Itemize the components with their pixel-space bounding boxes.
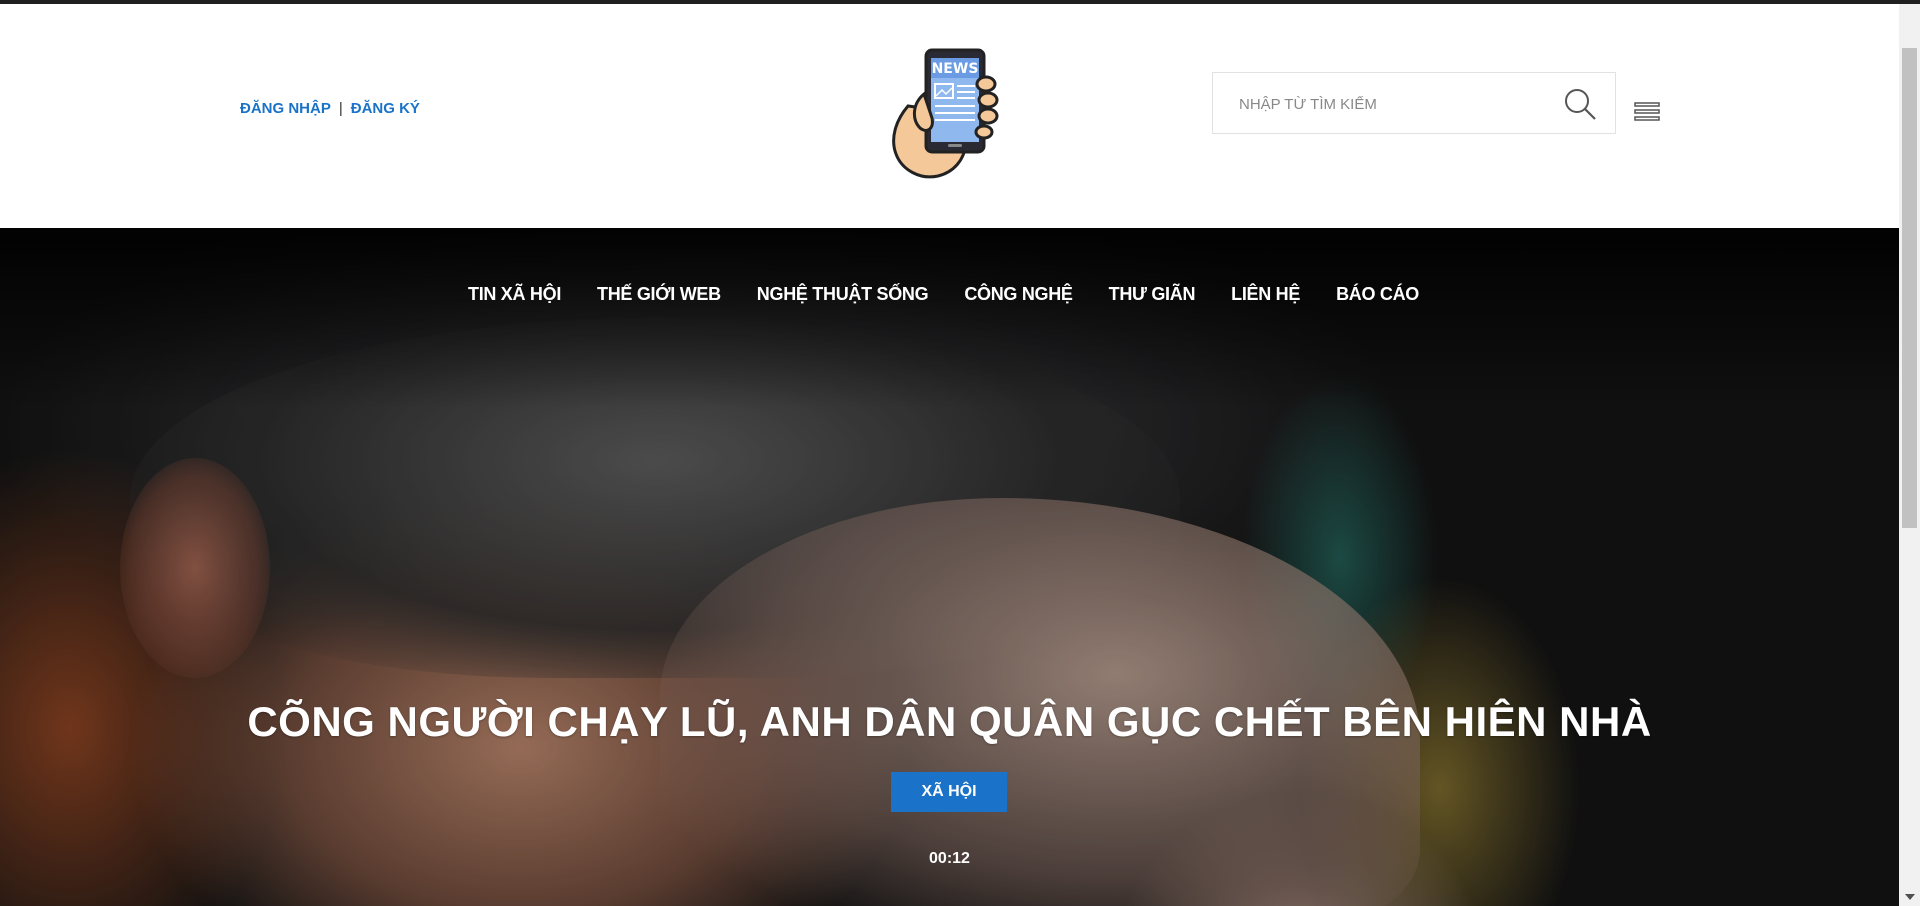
page: ĐĂNG NHẬP | ĐĂNG KÝ NEWS NHẬP TỪ TÌM KIẾ… <box>0 4 1899 906</box>
news-phone-logo-icon: NEWS <box>892 48 999 179</box>
hamburger-menu-icon[interactable] <box>1634 100 1660 122</box>
hero-banner[interactable]: TIN XÃ HỘI THẾ GIỚI WEB NGHỆ THUẬT SỐNG … <box>0 228 1899 906</box>
nav-item-thu-gian[interactable]: THƯ GIÃN <box>1109 284 1196 305</box>
page-scrollbar[interactable] <box>1899 4 1920 906</box>
logo-news-text: NEWS <box>932 61 979 77</box>
register-link[interactable]: ĐĂNG KÝ <box>351 100 420 117</box>
login-link[interactable]: ĐĂNG NHẬP <box>240 100 331 117</box>
search-icon[interactable] <box>1563 87 1597 121</box>
article-time: 00:12 <box>929 850 970 867</box>
scrollbar-thumb[interactable] <box>1902 48 1917 528</box>
auth-separator: | <box>338 100 343 117</box>
hero-article-title[interactable]: CÕNG NGƯỜI CHẠY LŨ, ANH DÂN QUÂN GỤC CHẾ… <box>0 698 1899 746</box>
nav-item-lien-he[interactable]: LIÊN HỆ <box>1231 284 1300 305</box>
main-nav: TIN XÃ HỘI THẾ GIỚI WEB NGHỆ THUẬT SỐNG … <box>0 284 1899 305</box>
category-button[interactable]: XÃ HỘI <box>891 772 1007 812</box>
site-logo[interactable]: NEWS <box>868 34 1033 190</box>
site-header: ĐĂNG NHẬP | ĐĂNG KÝ NEWS <box>0 4 1899 228</box>
nav-item-cong-nghe[interactable]: CÔNG NGHỆ <box>964 284 1073 305</box>
search-box <box>1212 72 1616 135</box>
auth-links: ĐĂNG NHẬP | ĐĂNG KÝ <box>240 100 420 117</box>
nav-item-tin-xa-hoi[interactable]: TIN XÃ HỘI <box>468 284 561 305</box>
hero-top-gradient <box>0 228 1899 408</box>
nav-item-the-gioi-web[interactable]: THẾ GIỚI WEB <box>597 284 721 305</box>
nav-item-nghe-thuat-song[interactable]: NGHỆ THUẬT SỐNG <box>757 284 929 305</box>
search-input[interactable] <box>1237 73 1561 135</box>
nav-item-bao-cao[interactable]: BÁO CÁO <box>1336 284 1419 305</box>
scroll-down-arrow-icon[interactable] <box>1905 894 1915 900</box>
